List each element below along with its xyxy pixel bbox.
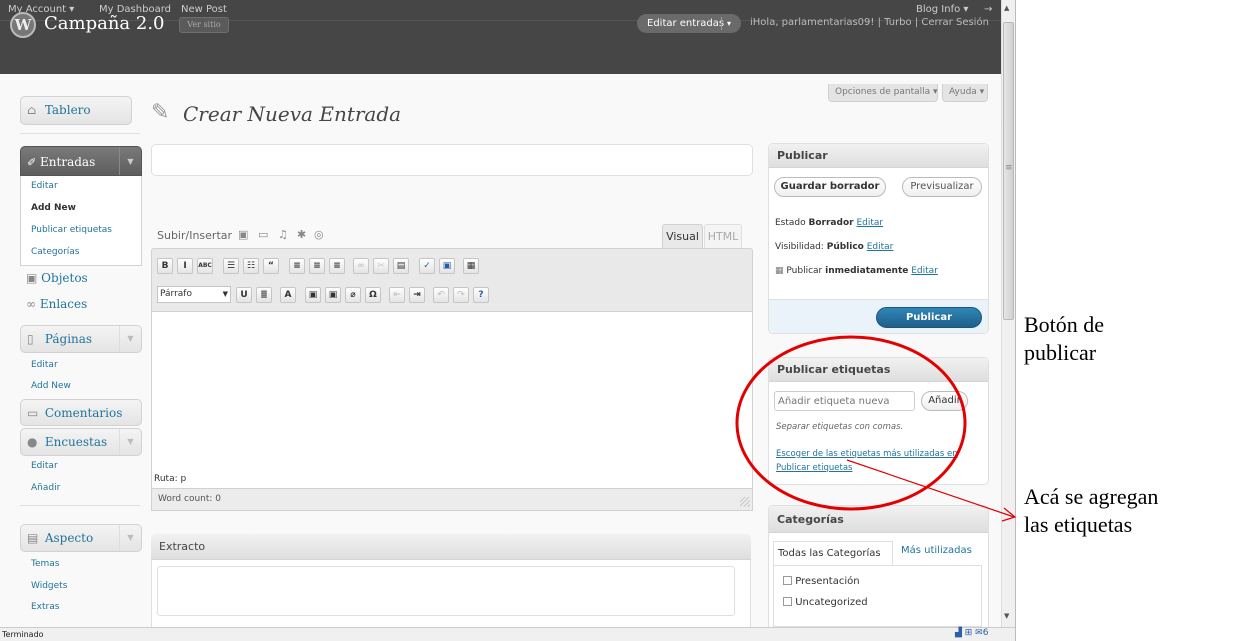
annotation-publish-button-line-2: publicar [1024,340,1097,365]
highlight-circle [735,335,967,511]
screenshot: My Account ▾ My Dashboard New Post Blog … [0,0,1235,641]
annotation-tags-line-1: Acá se agregan [1024,484,1159,509]
annotation-tags-line-2: las etiquetas [1024,512,1133,537]
annotation-publish-button-line-1: Botón de [1024,312,1105,337]
